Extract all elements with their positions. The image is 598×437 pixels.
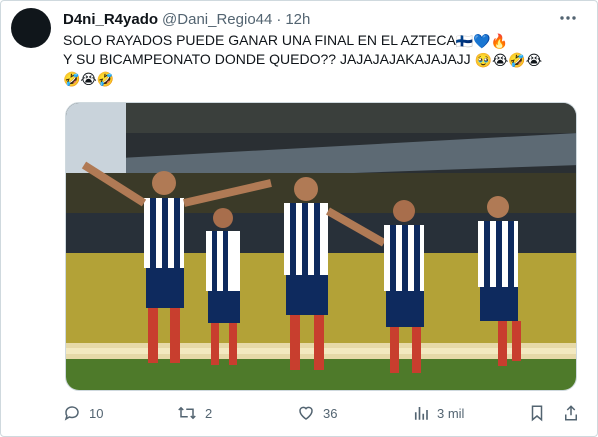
tweet-text-line: 🤣😭🤣 [63, 69, 583, 88]
heart-icon [299, 406, 313, 420]
tweet-card[interactable]: D4ni_R4yado @Dani_Regio44 · 12h SOLO RAY… [0, 0, 598, 437]
like-count: 36 [323, 405, 338, 421]
reply-button[interactable]: 10 [63, 403, 103, 423]
more-horizontal-icon[interactable] [559, 9, 577, 32]
emoji-group: 🥹😭🤣😭 [474, 52, 543, 68]
emoji-group: 🤣😭🤣 [63, 71, 115, 87]
separator-dot: · [276, 10, 282, 28]
tweet-text-segment: Y SU BICAMPEONATO DONDE QUEDO?? JAJAJAJA… [63, 51, 471, 67]
timestamp[interactable]: 12h [285, 11, 310, 28]
retweet-count: 2 [205, 405, 213, 421]
tweet-text: SOLO RAYADOS PUEDE GANAR UNA FINAL EN EL… [63, 31, 583, 88]
tweet-text-segment: SOLO RAYADOS PUEDE GANAR UNA FINAL EN EL… [63, 32, 456, 48]
tweet-text-line: SOLO RAYADOS PUEDE GANAR UNA FINAL EN EL… [63, 31, 583, 50]
tweet-photo[interactable] [65, 102, 577, 391]
avatar[interactable] [11, 8, 51, 48]
like-button[interactable]: 36 [297, 403, 337, 423]
views-count: 3 mil [437, 405, 465, 421]
tweet-header: D4ni_R4yado @Dani_Regio44 · 12h [63, 9, 557, 29]
views-button[interactable]: 3 mil [413, 403, 464, 423]
views-icon [414, 407, 428, 420]
display-name[interactable]: D4ni_R4yado [63, 11, 158, 28]
bookmark-icon [531, 405, 543, 422]
user-handle[interactable]: @Dani_Regio44 [162, 11, 272, 28]
emoji-group: 🇫🇮💙🔥 [455, 33, 509, 49]
reply-icon [64, 406, 79, 421]
share-button[interactable] [563, 403, 579, 423]
share-icon [565, 405, 577, 421]
bookmark-button[interactable] [529, 403, 545, 423]
reply-count: 10 [89, 405, 104, 421]
tweet-text-line: Y SU BICAMPEONATO DONDE QUEDO?? JAJAJAJA… [63, 50, 583, 69]
retweet-icon [178, 406, 196, 420]
photo-scene [66, 103, 576, 390]
tweet-actions: 10 2 36 3 mil [63, 403, 583, 423]
retweet-button[interactable]: 2 [177, 403, 212, 423]
